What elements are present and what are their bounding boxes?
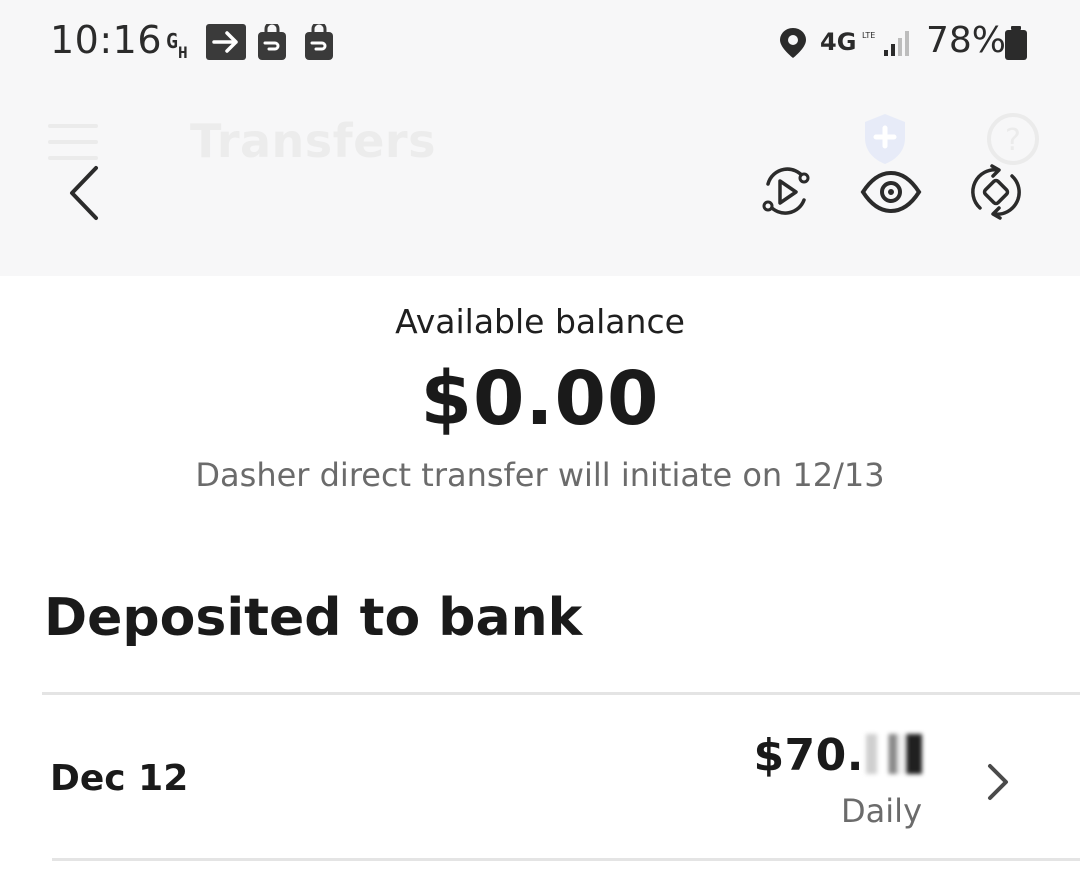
header: Transfers ?	[0, 80, 1080, 276]
transfers-screen: 10:16 G H 4G LTE 78% Transfers ? Availab…	[0, 0, 1080, 890]
back-icon[interactable]	[60, 162, 110, 224]
page-title: Transfers	[190, 114, 436, 168]
grubhub-notification-icon: G H	[166, 29, 188, 60]
chevron-right-icon	[988, 764, 1008, 800]
divider	[52, 858, 1080, 861]
status-time: 10:16	[50, 18, 163, 62]
svg-text:?: ?	[1005, 123, 1021, 158]
svg-text:LTE: LTE	[862, 31, 875, 40]
eye-icon[interactable]	[860, 170, 922, 214]
transfer-note: Dasher direct transfer will initiate on …	[195, 456, 885, 494]
deposited-section-title: Deposited to bank	[44, 588, 583, 648]
svg-text:H: H	[178, 43, 188, 60]
menu-icon[interactable]	[48, 124, 98, 160]
deposit-amount: $70.	[753, 730, 922, 781]
deposit-row[interactable]: Dec 12 $70. Daily	[0, 696, 1080, 860]
deposit-frequency: Daily	[841, 792, 922, 830]
network-4g-icon: 4G LTE	[820, 28, 875, 56]
screen-record-icon[interactable]	[758, 164, 814, 220]
battery-percentage: 78%	[926, 20, 1007, 61]
available-balance-amount: $0.00	[420, 356, 660, 442]
battery-icon	[1005, 26, 1027, 60]
redacted-amount-blur	[866, 734, 922, 774]
status-bar: 10:16 G H 4G LTE 78%	[0, 0, 1080, 80]
doordash-bag-notification-icon	[305, 24, 333, 60]
location-icon	[780, 28, 806, 58]
available-balance-label: Available balance	[395, 302, 685, 341]
divider	[42, 692, 1080, 695]
doordash-bag-notification-icon	[258, 24, 286, 60]
shield-plus-icon[interactable]	[862, 112, 908, 166]
arrow-notification-icon	[206, 24, 246, 60]
rotate-icon[interactable]	[968, 164, 1024, 220]
help-icon[interactable]: ?	[986, 112, 1040, 166]
deposit-date: Dec 12	[50, 758, 189, 799]
signal-strength-icon	[884, 31, 909, 56]
svg-text:4G: 4G	[820, 28, 856, 56]
svg-text:G: G	[166, 29, 178, 53]
